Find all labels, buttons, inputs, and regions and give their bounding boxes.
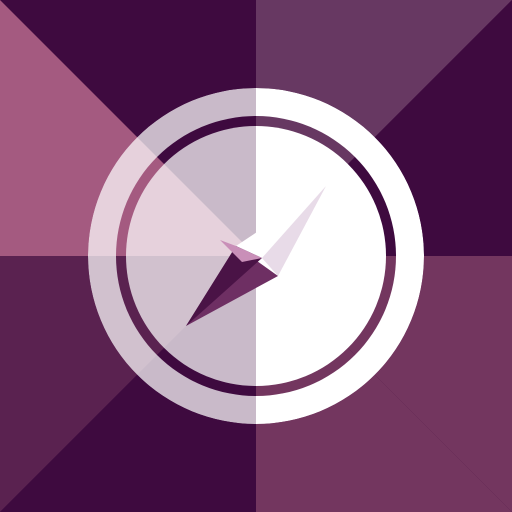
compass-logo-svg: [0, 0, 512, 512]
app-icon: [0, 0, 512, 512]
